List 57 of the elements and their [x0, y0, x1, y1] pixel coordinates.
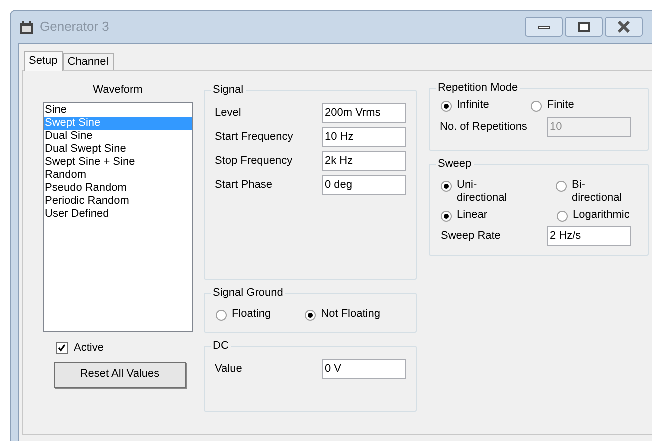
close-button[interactable]: [605, 17, 643, 37]
group-title: Signal: [211, 83, 246, 97]
close-icon: [617, 21, 631, 33]
radio-button[interactable]: [305, 310, 316, 321]
radio-button[interactable]: [441, 211, 452, 222]
radio-button[interactable]: [531, 101, 542, 112]
list-item[interactable]: Pseudo Random: [44, 182, 192, 195]
radio-label: Uni-directional: [457, 179, 508, 205]
maximize-icon: [578, 22, 590, 32]
minimize-button[interactable]: [525, 17, 563, 37]
list-item[interactable]: User Defined: [44, 208, 192, 221]
check-icon: [58, 344, 66, 352]
window-title: Generator 3: [40, 18, 110, 36]
waveform-label: Waveform: [93, 83, 143, 97]
radio-button[interactable]: [557, 211, 568, 222]
field-label: Level: [215, 106, 242, 121]
radio-button[interactable]: [441, 101, 452, 112]
radio-button[interactable]: [441, 181, 452, 192]
list-item[interactable]: Swept Sine + Sine: [44, 156, 192, 169]
radio-button[interactable]: [556, 181, 567, 192]
input-field[interactable]: 2k Hz: [322, 151, 406, 171]
field-label: Start Frequency: [215, 130, 294, 145]
list-item[interactable]: Periodic Random: [44, 195, 192, 208]
field-label: Value: [215, 362, 244, 377]
input-field[interactable]: 10 Hz: [322, 127, 406, 147]
group-title: Signal Ground: [211, 286, 286, 300]
field-label: Sweep Rate: [441, 228, 502, 244]
list-item[interactable]: Dual Swept Sine: [44, 143, 192, 156]
input-field[interactable]: 200m Vrms: [322, 103, 406, 123]
field-label: No. of Repetitions: [440, 120, 528, 135]
checkbox-label: Active: [74, 341, 104, 356]
input-field[interactable]: 0 V: [322, 359, 406, 379]
radio-label: Finite: [547, 99, 574, 112]
input-field[interactable]: 2 Hz/s: [547, 226, 631, 246]
reset-button[interactable]: Reset All Values: [54, 362, 186, 388]
list-item[interactable]: Random: [44, 169, 192, 182]
checkbox[interactable]: [56, 342, 68, 354]
minimize-icon: [538, 26, 550, 28]
generator-icon: [19, 20, 34, 34]
group-title: Repetition Mode: [436, 81, 520, 95]
radio-label: Floating: [232, 308, 272, 321]
radio-label: Bi-directional: [572, 179, 624, 205]
group-title: Sweep: [436, 157, 474, 171]
radio-label: Linear: [457, 209, 488, 222]
input-field[interactable]: 0 deg: [322, 175, 406, 195]
list-item[interactable]: Sine: [44, 104, 192, 117]
radio-button[interactable]: [216, 310, 227, 321]
tab[interactable]: Channel: [62, 53, 114, 70]
radio-label: Infinite: [457, 99, 490, 112]
field-label: Stop Frequency: [215, 154, 294, 169]
maximize-button[interactable]: [565, 17, 603, 37]
radio-label: Not Floating: [321, 308, 380, 321]
waveform-list[interactable]: Sine Swept Sine Dual Sine Dual Swept Sine Swept Sine + Sine Random Pseudo Random Periodic Random User Defined: [43, 102, 193, 332]
tab[interactable]: Setup: [24, 51, 63, 71]
list-item[interactable]: Dual Sine: [44, 130, 192, 143]
field-label: Start Phase: [215, 178, 274, 193]
radio-label: Logarithmic: [573, 209, 630, 222]
